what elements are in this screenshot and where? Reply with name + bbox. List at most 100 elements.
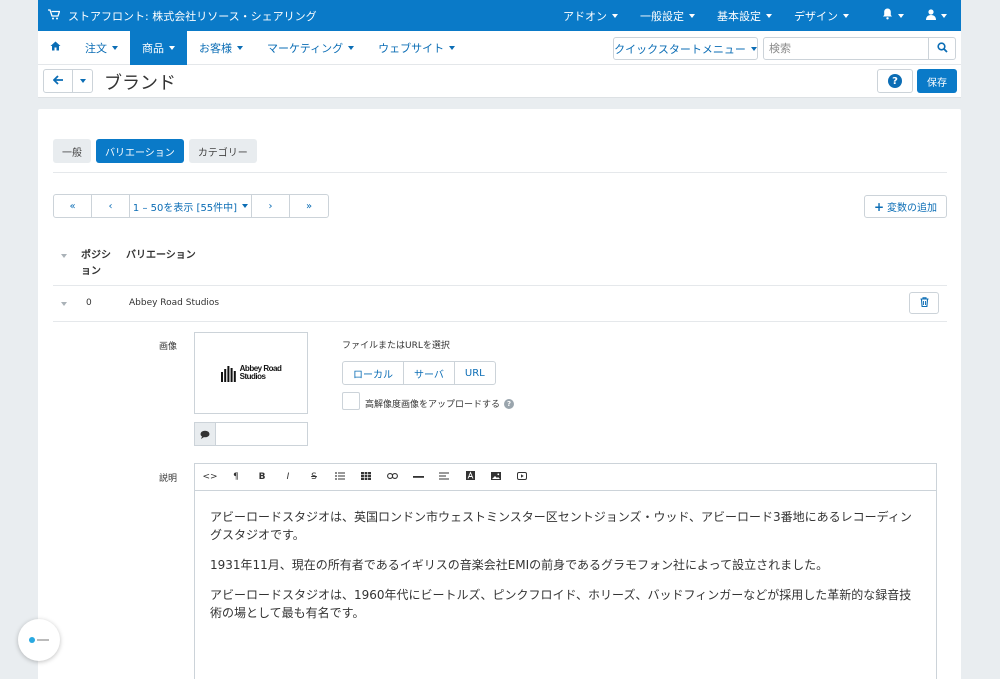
comment-icon xyxy=(195,423,216,445)
column-header-variation: バリエーション xyxy=(126,250,196,261)
image-alt-field xyxy=(194,422,308,446)
variant-image[interactable]: Abbey Road Studios xyxy=(194,332,308,414)
hires-checkbox[interactable] xyxy=(342,392,360,410)
search-input[interactable] xyxy=(763,37,929,60)
strikethrough-label: S xyxy=(311,472,317,482)
menu-design-label: デザイン xyxy=(794,9,838,23)
chevron-down-icon xyxy=(843,13,849,18)
description-paragraph: 1931年11月、現在の所有者であるイギリスの音楽会社EMIの前身であるグラモフ… xyxy=(210,558,829,572)
quick-start-menu-label: クイックスタートメニュー xyxy=(614,42,746,56)
row-collapse-toggle[interactable] xyxy=(61,302,67,306)
floating-support-widget[interactable] xyxy=(18,619,60,661)
list-button[interactable] xyxy=(327,464,353,491)
pager-next-button[interactable]: › xyxy=(252,195,290,217)
bold-button[interactable]: B xyxy=(249,464,275,491)
pager-first-button[interactable]: « xyxy=(54,195,92,217)
support-logo-icon xyxy=(29,637,35,643)
tab-categories[interactable]: カテゴリー xyxy=(188,139,257,163)
collapse-all-toggle[interactable] xyxy=(61,254,67,258)
tab-general[interactable]: 一般 xyxy=(53,139,91,163)
table-button[interactable] xyxy=(353,464,379,491)
insert-video-button[interactable] xyxy=(509,464,535,491)
bell-icon xyxy=(882,8,893,23)
chevron-down-icon xyxy=(612,13,618,18)
code-view-label: <> xyxy=(202,472,218,482)
back-button[interactable] xyxy=(44,70,74,92)
align-icon xyxy=(439,471,449,483)
notifications-menu[interactable] xyxy=(860,0,915,31)
italic-label: I xyxy=(286,472,290,482)
menu-basic-settings[interactable]: 基本設定 xyxy=(706,0,783,31)
chevron-down-icon xyxy=(898,13,904,18)
content-panel: 一般 バリエーション カテゴリー « ‹ 1 – 50を表示 [55件中] › … xyxy=(38,109,961,679)
tab-variations[interactable]: バリエーション xyxy=(96,139,184,163)
color-icon xyxy=(465,471,475,483)
row-position: 0 xyxy=(86,298,92,308)
editor-content[interactable]: アビーロードスタジオは、英国ロンドン市ウェストミンスター区セントジョンズ・ウッド… xyxy=(195,491,936,622)
delete-row-button[interactable] xyxy=(909,292,939,314)
home-link[interactable] xyxy=(38,31,73,65)
save-button[interactable]: 保存 xyxy=(917,69,957,93)
align-button[interactable] xyxy=(431,464,457,491)
chevron-down-icon xyxy=(766,13,772,18)
back-button-group xyxy=(43,69,93,93)
file-select-label: ファイルまたはURLを選択 xyxy=(342,341,450,351)
page-title: ブランド xyxy=(104,73,176,94)
chevron-down-icon xyxy=(941,13,947,18)
italic-button[interactable]: I xyxy=(275,464,301,491)
search-button[interactable] xyxy=(928,37,956,60)
add-variant-label: 変数の追加 xyxy=(887,203,938,214)
file-url-button[interactable]: URL xyxy=(455,362,495,384)
bold-label: B xyxy=(258,472,266,482)
insert-image-button[interactable] xyxy=(483,464,509,491)
nav-products[interactable]: 商品 xyxy=(130,30,187,65)
nav-website[interactable]: ウェブサイト xyxy=(366,31,467,65)
image-alt-input[interactable] xyxy=(216,423,307,445)
horizontal-rule-button[interactable] xyxy=(405,464,431,491)
nav-marketing[interactable]: マーケティング xyxy=(255,31,366,65)
menu-general-settings[interactable]: 一般設定 xyxy=(629,0,706,31)
pager-range-dropdown[interactable]: 1 – 50を表示 [55件中] xyxy=(130,195,252,217)
table-icon xyxy=(361,471,371,483)
paragraph-label: ¶ xyxy=(233,472,239,482)
quick-start-menu-button[interactable]: クイックスタートメニュー xyxy=(613,37,758,60)
menu-basic-settings-label: 基本設定 xyxy=(717,9,761,23)
nav-orders-label: 注文 xyxy=(85,41,107,55)
question-icon: ? xyxy=(888,74,902,88)
cart-icon xyxy=(48,8,61,23)
title-bar: ブランド ? 保存 xyxy=(38,65,961,98)
font-color-button[interactable] xyxy=(457,464,483,491)
code-view-button[interactable]: <> xyxy=(197,464,223,491)
pagination: « ‹ 1 – 50を表示 [55件中] › » xyxy=(53,194,329,218)
strikethrough-button[interactable]: S xyxy=(301,464,327,491)
editor-toolbar: <> ¶ B I S xyxy=(195,464,936,491)
question-icon[interactable]: ? xyxy=(504,398,515,409)
help-button[interactable]: ? xyxy=(877,69,913,93)
link-button[interactable] xyxy=(379,464,405,491)
menu-addons[interactable]: アドオン xyxy=(552,0,629,31)
add-variant-button[interactable]: + 変数の追加 xyxy=(864,195,947,218)
chevron-down-icon xyxy=(79,79,86,83)
file-local-button[interactable]: ローカル xyxy=(343,362,404,384)
pager-last-button[interactable]: » xyxy=(290,195,328,217)
nav-orders[interactable]: 注文 xyxy=(73,31,130,65)
nav-customers[interactable]: お客様 xyxy=(187,31,255,65)
plus-icon: + xyxy=(873,199,885,214)
description-editor: <> ¶ B I S アビーロードスタジオは、英国ロンドン市ウェストミンスター区… xyxy=(194,463,937,679)
back-history-dropdown[interactable] xyxy=(73,70,92,92)
row-variant-name: Abbey Road Studios xyxy=(129,298,220,308)
logo-line-2: Studios xyxy=(239,372,266,381)
chevron-down-icon xyxy=(348,45,355,50)
paragraph-button[interactable]: ¶ xyxy=(223,464,249,491)
user-menu[interactable] xyxy=(915,0,961,31)
video-icon xyxy=(517,471,527,483)
arrow-left-icon xyxy=(52,74,64,88)
pager-range-label: 1 – 50を表示 [55件中] xyxy=(132,202,238,214)
store-switcher[interactable]: ストアフロント: 株式会社リソース・シェアリング xyxy=(38,8,317,24)
menu-design[interactable]: デザイン xyxy=(783,0,860,31)
file-server-button[interactable]: サーバ xyxy=(404,362,455,384)
chevron-down-icon xyxy=(242,204,249,208)
pager-prev-button[interactable]: ‹ xyxy=(92,195,130,217)
chevron-down-icon xyxy=(237,45,243,50)
nav-marketing-label: マーケティング xyxy=(267,41,344,55)
